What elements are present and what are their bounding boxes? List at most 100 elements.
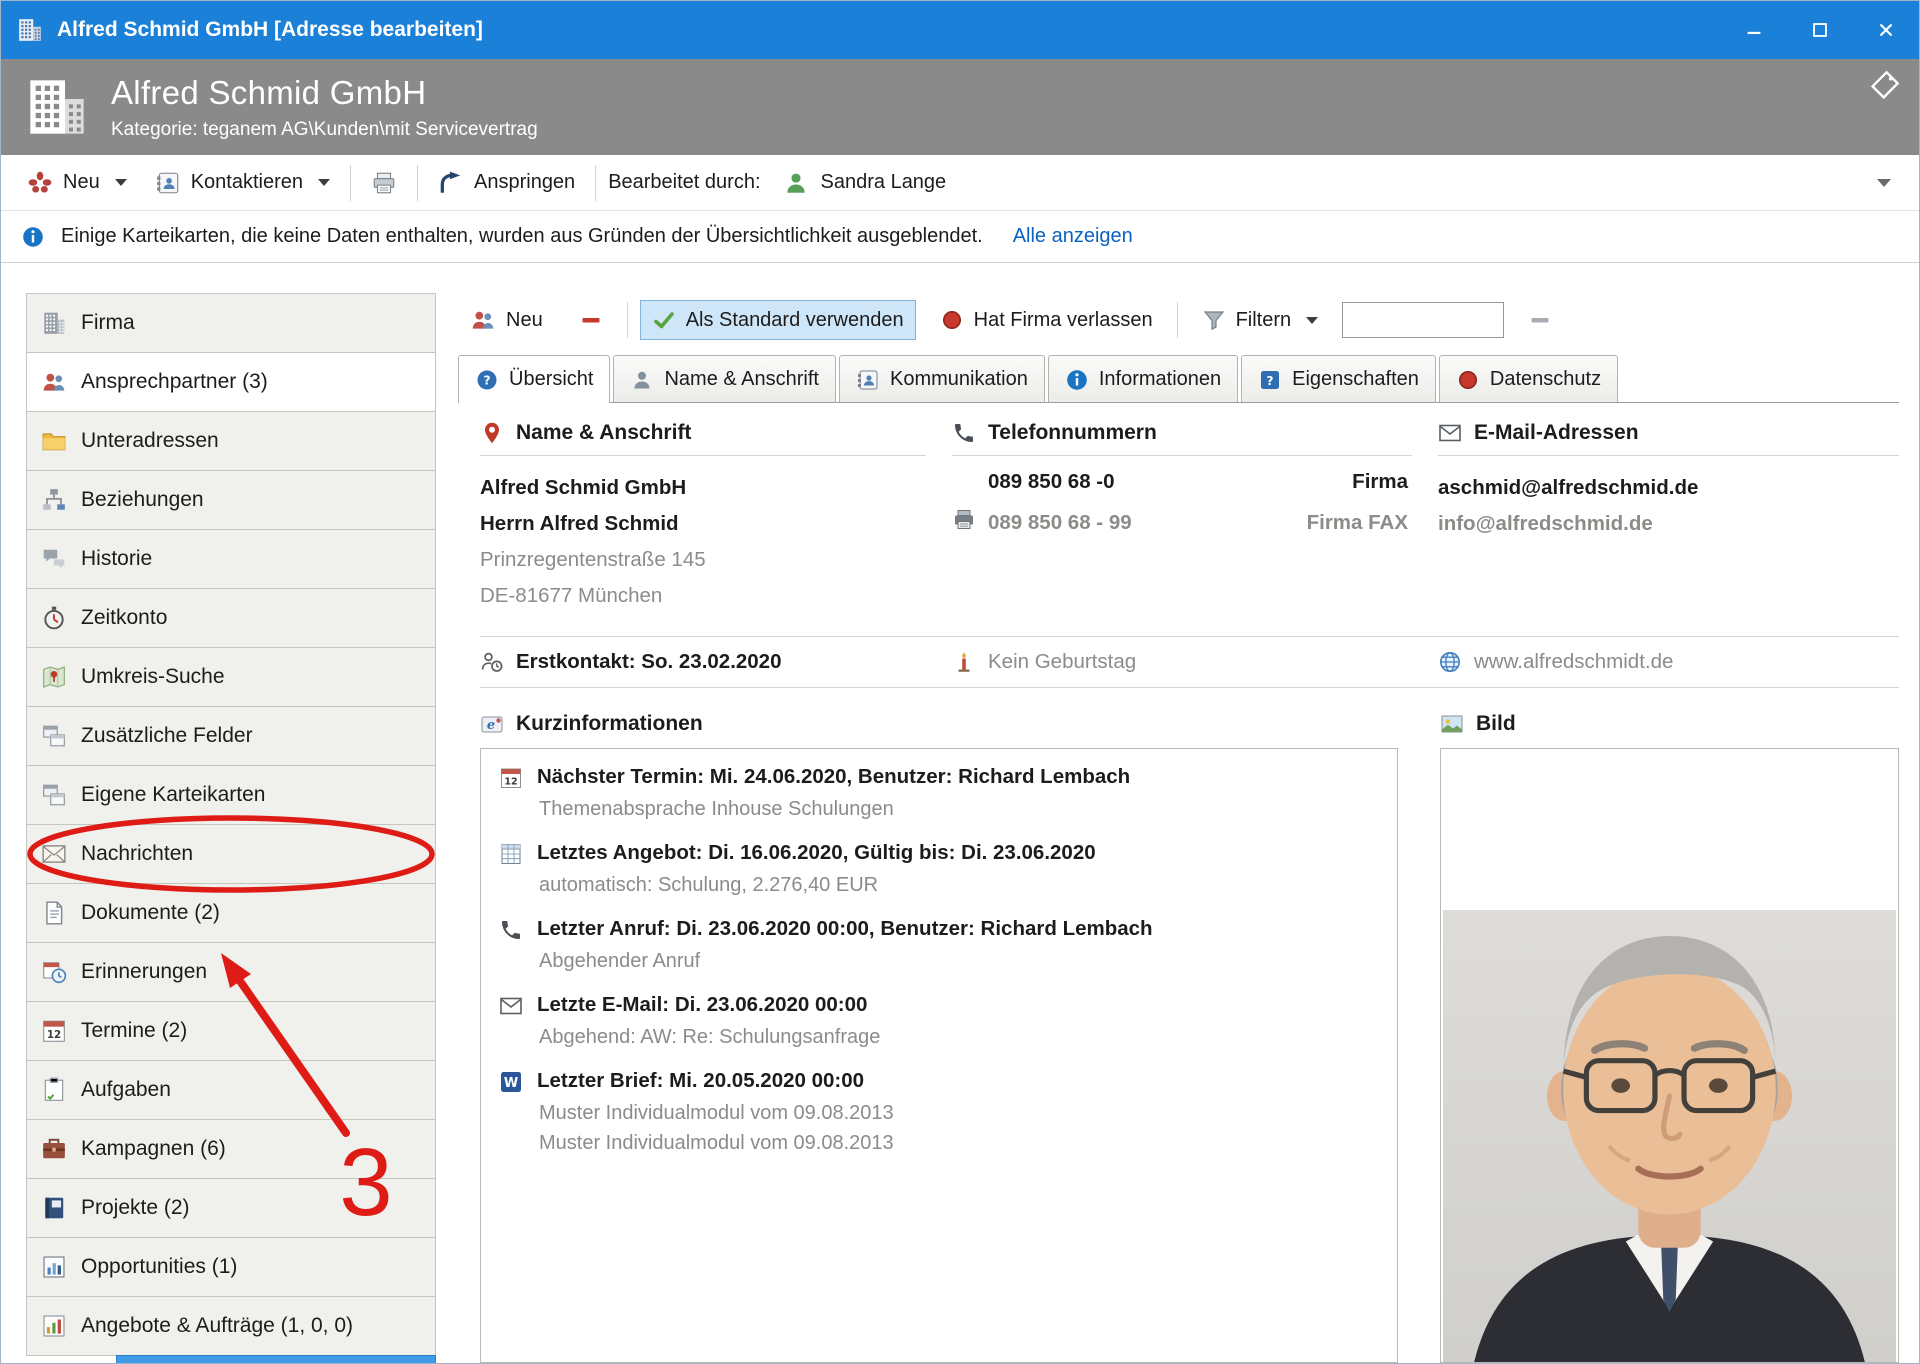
phone-section: Telefonnummern 089 850 68 -0 Firma 089 8… bbox=[952, 421, 1412, 614]
left-company-icon bbox=[940, 308, 964, 332]
tab-name-anschrift[interactable]: Name & Anschrift bbox=[613, 355, 836, 403]
window-title: Alfred Schmid GmbH [Adresse bearbeiten] bbox=[57, 18, 483, 42]
phone-type: Firma bbox=[1352, 470, 1412, 494]
call-icon bbox=[499, 918, 523, 942]
sidebar-item-termine[interactable]: 12 Termine (2) bbox=[26, 1001, 436, 1061]
sidebar-item-opportunities[interactable]: Opportunities (1) bbox=[26, 1237, 436, 1297]
svg-text:W: W bbox=[504, 1076, 518, 1091]
filter-remove-button[interactable] bbox=[1516, 300, 1564, 340]
tab-datenschutz[interactable]: Datenschutz bbox=[1439, 355, 1618, 403]
record-category: Kategorie: teganem AG\Kunden\mit Service… bbox=[111, 119, 538, 141]
sidebar-item-zeitkonto[interactable]: Zeitkonto bbox=[26, 588, 436, 648]
sidebar-item-erinnerungen[interactable]: Erinnerungen bbox=[26, 942, 436, 1002]
email-icon bbox=[499, 994, 523, 1018]
pin-icon bbox=[480, 421, 504, 445]
kurzinfo-entry: 12 Nächster Termin: Mi. 24.06.2020, Benu… bbox=[499, 765, 1379, 824]
neu-button[interactable]: Neu bbox=[19, 164, 135, 202]
email-address[interactable]: aschmid@alfredschmid.de bbox=[1438, 470, 1899, 506]
bearbeitet-durch-combo[interactable]: Sandra Lange bbox=[773, 166, 1901, 200]
picture-icon bbox=[1440, 712, 1464, 736]
sidebar-item-aufgaben[interactable]: Aufgaben bbox=[26, 1060, 436, 1120]
als-standard-button[interactable]: Als Standard verwenden bbox=[640, 300, 916, 340]
filtern-label: Filtern bbox=[1236, 309, 1292, 332]
main-content: Neu Als Standard verwenden Hat Firma ver… bbox=[458, 293, 1899, 1363]
info-icon bbox=[21, 225, 45, 249]
body-area: Firma Ansprechpartner (3) Unteradressen … bbox=[1, 263, 1919, 1363]
sidebar-item-label: Opportunities (1) bbox=[81, 1255, 237, 1279]
overview-icon: ? bbox=[475, 368, 499, 392]
tab-eigenschaften[interactable]: ? Eigenschaften bbox=[1241, 355, 1436, 403]
contacts-icon bbox=[41, 369, 67, 395]
filtern-button[interactable]: Filtern bbox=[1190, 300, 1331, 340]
sidebar-item-umkreis-suche[interactable]: Umkreis-Suche bbox=[26, 647, 436, 707]
sidebar-item-label: Zeitkonto bbox=[81, 606, 167, 630]
chevron-down-icon bbox=[318, 179, 330, 186]
contact-photo bbox=[1443, 910, 1896, 1362]
filter-icon bbox=[1202, 308, 1226, 332]
tag-icon[interactable] bbox=[1869, 69, 1901, 101]
tab-bar: ? Übersicht Name & Anschrift Kommunikati… bbox=[458, 355, 1899, 403]
sidebar: Firma Ansprechpartner (3) Unteradressen … bbox=[26, 293, 436, 1363]
chart-icon bbox=[41, 1254, 67, 1280]
sidebar-item-beziehungen[interactable]: Beziehungen bbox=[26, 470, 436, 530]
hat-firma-verlassen-button[interactable]: Hat Firma verlassen bbox=[928, 300, 1165, 340]
sidebar-item-ansprechpartner[interactable]: Ansprechpartner (3) bbox=[26, 352, 436, 412]
sidebar-item-dokumente[interactable]: Dokumente (2) bbox=[26, 883, 436, 943]
entry-detail: Muster Individualmodul vom 09.08.2013 bbox=[539, 1099, 1379, 1128]
alle-anzeigen-link[interactable]: Alle anzeigen bbox=[1013, 225, 1133, 248]
print-button[interactable] bbox=[363, 164, 405, 202]
main-toolbar: Neu Kontaktieren Anspringen Bearbeitet d… bbox=[1, 155, 1919, 211]
sidebar-item-label: Umkreis-Suche bbox=[81, 665, 225, 689]
sidebar-item-angebote-auftraege[interactable]: Angebote & Aufträge (1, 0, 0) bbox=[26, 1296, 436, 1356]
word-icon: W bbox=[499, 1070, 523, 1094]
info-bar: Einige Karteikarten, die keine Daten ent… bbox=[1, 211, 1919, 263]
phone-number: 089 850 68 - 99 bbox=[988, 511, 1132, 535]
remove-contact-button[interactable] bbox=[567, 300, 615, 340]
properties-icon: ? bbox=[1258, 368, 1282, 392]
tasks-icon bbox=[41, 1077, 67, 1103]
history-icon bbox=[41, 546, 67, 572]
sidebar-item-unteradressen[interactable]: Unteradressen bbox=[26, 411, 436, 471]
sidebar-item-label: Unteradressen bbox=[81, 429, 219, 453]
sidebar-item-nachrichten[interactable]: Nachrichten bbox=[26, 824, 436, 884]
document-icon bbox=[41, 900, 67, 926]
kurzinfo-entry: W Letzter Brief: Mi. 20.05.2020 00:00 Mu… bbox=[499, 1069, 1379, 1158]
sidebar-item-historie[interactable]: Historie bbox=[26, 529, 436, 589]
minimize-button[interactable] bbox=[1721, 1, 1787, 59]
website-link[interactable]: www.alfredschmidt.de bbox=[1474, 650, 1673, 674]
kontaktieren-button[interactable]: Kontaktieren bbox=[147, 164, 338, 202]
geburtstag-text: Kein Geburtstag bbox=[988, 650, 1136, 674]
sidebar-item-label: Dokumente (2) bbox=[81, 901, 220, 925]
chevron-down-icon bbox=[1306, 317, 1318, 324]
sidebar-item-firma[interactable]: Firma bbox=[26, 293, 436, 353]
sidebar-item-label: Projekte (2) bbox=[81, 1196, 190, 1220]
filter-input[interactable] bbox=[1342, 302, 1504, 338]
email-address[interactable]: info@alfredschmid.de bbox=[1438, 506, 1899, 542]
sidebar-item-label: Zusätzliche Felder bbox=[81, 724, 253, 748]
sidebar-item-kampagnen[interactable]: Kampagnen (6) bbox=[26, 1119, 436, 1179]
app-window: Alfred Schmid GmbH [Adresse bearbeiten] … bbox=[0, 0, 1920, 1364]
tab-informationen[interactable]: Informationen bbox=[1048, 355, 1238, 403]
chevron-down-icon[interactable] bbox=[1877, 179, 1891, 187]
erstkontakt-text: Erstkontakt: So. 23.02.2020 bbox=[516, 650, 782, 674]
close-button[interactable] bbox=[1853, 1, 1919, 59]
phone-type: Firma FAX bbox=[1307, 511, 1412, 535]
tab-uebersicht[interactable]: ? Übersicht bbox=[458, 355, 610, 403]
building-icon bbox=[41, 310, 67, 336]
address-section: Name & Anschrift Alfred Schmid GmbH Herr… bbox=[480, 421, 926, 614]
sidebar-item-projekte[interactable]: Projekte (2) bbox=[26, 1178, 436, 1238]
sidebar-item-eigene-karteikarten[interactable]: Eigene Karteikarten bbox=[26, 765, 436, 825]
new-contact-icon bbox=[470, 307, 496, 333]
printer-icon bbox=[371, 170, 397, 196]
contact-neu-button[interactable]: Neu bbox=[458, 299, 555, 341]
entry-detail: Abgehender Anruf bbox=[539, 947, 1379, 976]
tab-kommunikation[interactable]: Kommunikation bbox=[839, 355, 1045, 403]
maximize-button[interactable] bbox=[1787, 1, 1853, 59]
anspringen-button[interactable]: Anspringen bbox=[430, 164, 583, 202]
company-name: Alfred Schmid GmbH bbox=[480, 470, 926, 506]
info-message: Einige Karteikarten, die keine Daten ent… bbox=[61, 225, 983, 248]
sidebar-item-zusaetzliche-felder[interactable]: Zusätzliche Felder bbox=[26, 706, 436, 766]
sidebar-item-partial[interactable] bbox=[116, 1355, 436, 1363]
city: DE-81677 München bbox=[480, 578, 926, 614]
svg-text:?: ? bbox=[483, 372, 490, 387]
